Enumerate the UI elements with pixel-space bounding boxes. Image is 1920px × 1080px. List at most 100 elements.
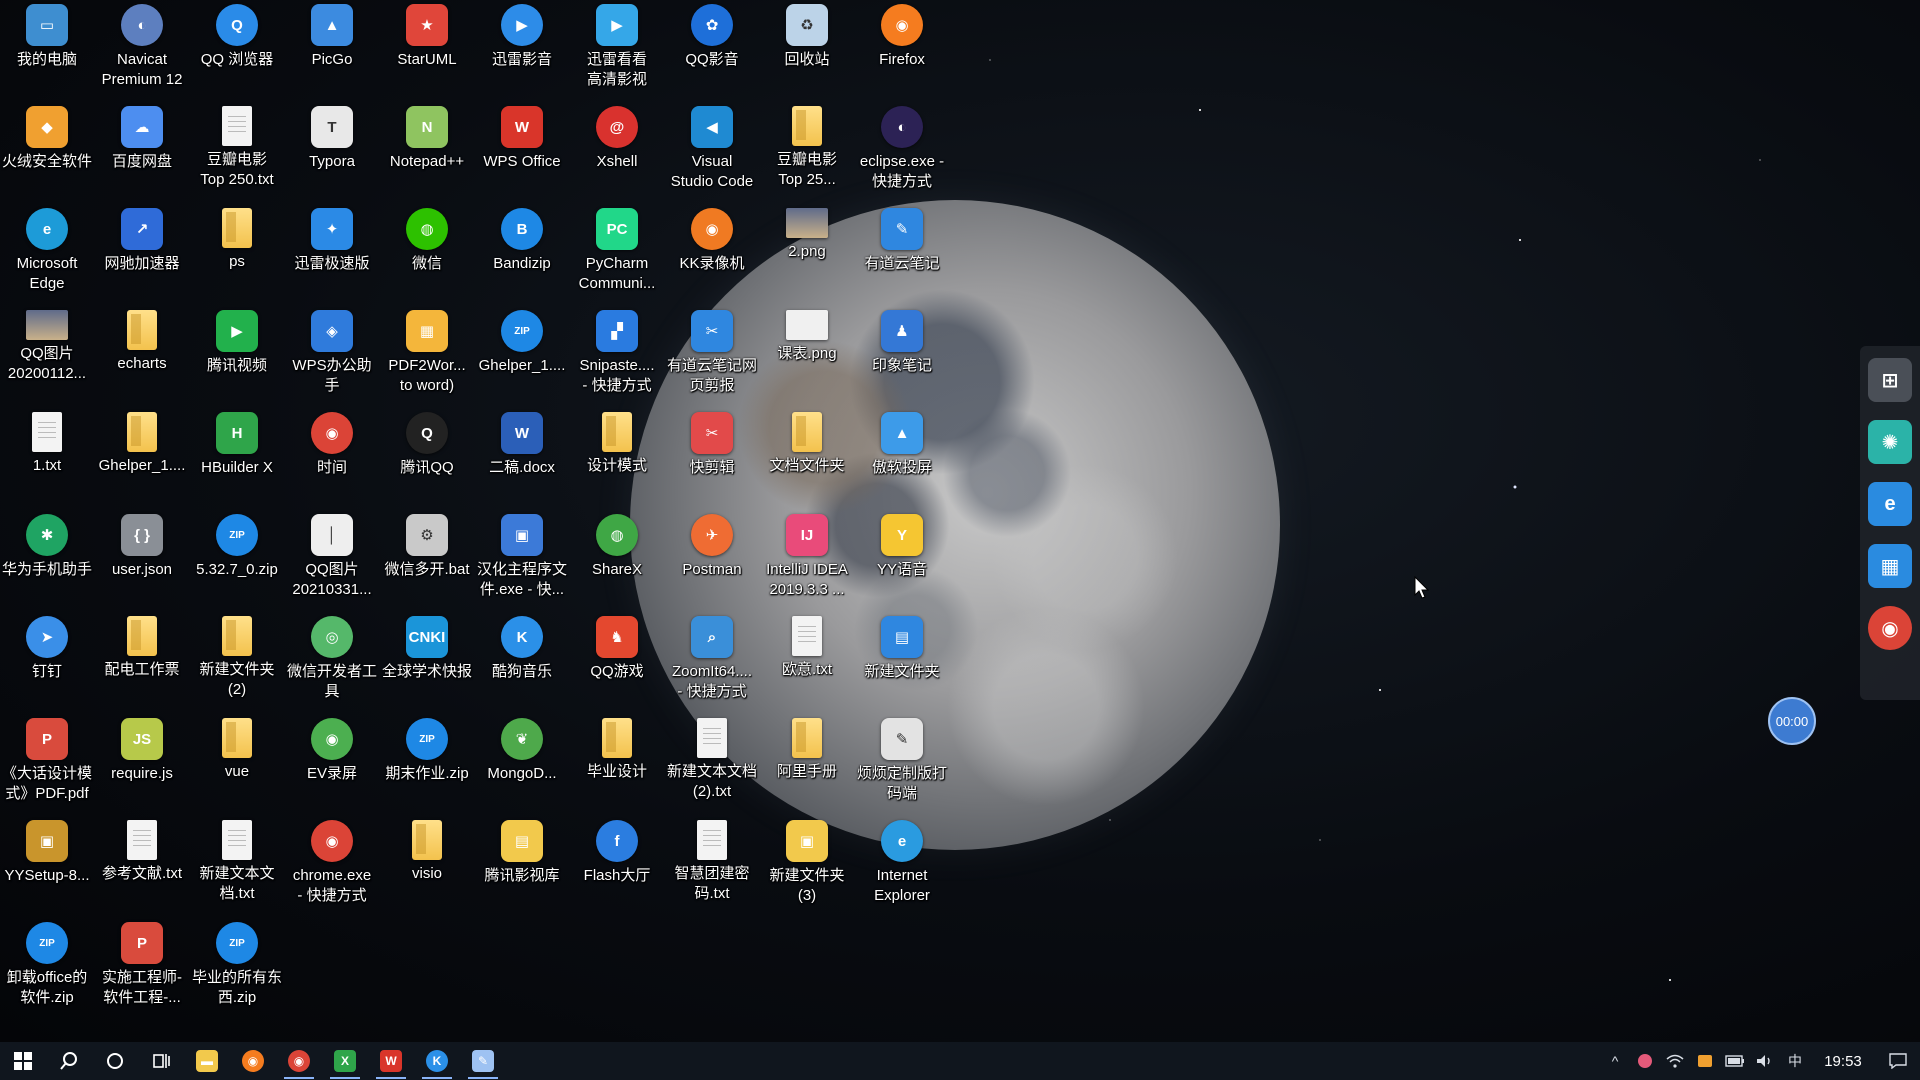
notification-center-icon[interactable]: [1876, 1042, 1920, 1080]
desktop-icon[interactable]: 1.txt: [0, 408, 94, 508]
desktop-icon[interactable]: ▞ Snipaste.... - 快捷方式: [570, 306, 664, 406]
dock-item-app-swirl[interactable]: ✺: [1868, 420, 1912, 464]
tray-update-icon[interactable]: [1690, 1042, 1720, 1080]
desktop-icon[interactable]: ZIP 卸载office的 软件.zip: [0, 918, 94, 1018]
desktop-icon[interactable]: ➤ 钉钉: [0, 612, 94, 712]
desktop-icon[interactable]: 新建文件夹 (2): [190, 612, 284, 712]
desktop-icon[interactable]: QQ图片 20200112...: [0, 306, 94, 406]
taskbar-app-chrome[interactable]: ◉: [276, 1042, 322, 1080]
desktop-icon[interactable]: ✿ QQ影音: [665, 0, 759, 100]
search-button[interactable]: [46, 1042, 92, 1080]
cortana-button[interactable]: [92, 1042, 138, 1080]
taskbar-app-tool[interactable]: ✎: [460, 1042, 506, 1080]
desktop-icon[interactable]: ⚙ 微信多开.bat: [380, 510, 474, 610]
desktop-icon[interactable]: 课表.png: [760, 306, 854, 406]
desktop-icon[interactable]: T Typora: [285, 102, 379, 202]
show-hidden-icons-chevron-icon[interactable]: ^: [1600, 1042, 1630, 1080]
desktop-icon[interactable]: 豆瓣电影 Top 25...: [760, 102, 854, 202]
taskbar-clock[interactable]: 19:53: [1810, 1053, 1876, 1070]
taskbar-app-file-explorer[interactable]: ▬: [184, 1042, 230, 1080]
desktop-icon[interactable]: Y YY语音: [855, 510, 949, 610]
desktop-icon[interactable]: ◉ KK录像机: [665, 204, 759, 304]
desktop-icon[interactable]: visio: [380, 816, 474, 916]
desktop-icon[interactable]: 新建文本文 档.txt: [190, 816, 284, 916]
desktop-icon[interactable]: ▲ PicGo: [285, 0, 379, 100]
desktop-icon[interactable]: vue: [190, 714, 284, 814]
desktop-icon[interactable]: 设计模式: [570, 408, 664, 508]
desktop-icon[interactable]: ▶ 腾讯视频: [190, 306, 284, 406]
ime-indicator[interactable]: 中: [1780, 1042, 1810, 1080]
desktop-icon[interactable]: N Notepad++: [380, 102, 474, 202]
dock-item-ie[interactable]: e: [1868, 482, 1912, 526]
desktop-icon[interactable]: ▤ 新建文件夹: [855, 612, 949, 712]
taskbar-app-excel-like[interactable]: X: [322, 1042, 368, 1080]
desktop-icon[interactable]: ✎ 烦烦定制版打 码端: [855, 714, 949, 814]
desktop-icon[interactable]: { } user.json: [95, 510, 189, 610]
timer-badge[interactable]: 00:00: [1768, 697, 1816, 745]
desktop-icon[interactable]: ZIP 5.32.7_0.zip: [190, 510, 284, 610]
desktop-icon[interactable]: ◉ EV录屏: [285, 714, 379, 814]
desktop-icon[interactable]: e Internet Explorer: [855, 816, 949, 916]
desktop-icon[interactable]: ★ StarUML: [380, 0, 474, 100]
desktop-icon[interactable]: ZIP 期末作业.zip: [380, 714, 474, 814]
battery-icon[interactable]: [1720, 1042, 1750, 1080]
desktop-icon[interactable]: ♞ QQ游戏: [570, 612, 664, 712]
desktop-icon[interactable]: K 酷狗音乐: [475, 612, 569, 712]
desktop-icon[interactable]: ZIP 毕业的所有东 西.zip: [190, 918, 284, 1018]
desktop-icon[interactable]: 文档文件夹: [760, 408, 854, 508]
desktop-icon[interactable]: 智慧团建密 码.txt: [665, 816, 759, 916]
desktop-icon[interactable]: 毕业设计: [570, 714, 664, 814]
desktop-icon[interactable]: ◆ 火绒安全软件: [0, 102, 94, 202]
desktop-icon[interactable]: ◐ Navicat Premium 12: [95, 0, 189, 100]
desktop-icon[interactable]: ps: [190, 204, 284, 304]
desktop-icon[interactable]: ▲ 傲软投屏: [855, 408, 949, 508]
desktop-icon[interactable]: P 《大话设计模 式》PDF.pdf: [0, 714, 94, 814]
desktop-icon[interactable]: ✂ 有道云笔记网 页剪报: [665, 306, 759, 406]
dock-item-store[interactable]: ▦: [1868, 544, 1912, 588]
desktop-icon[interactable]: e Microsoft Edge: [0, 204, 94, 304]
desktop-icon[interactable]: 阿里手册: [760, 714, 854, 814]
desktop-icon[interactable]: Ghelper_1....: [95, 408, 189, 508]
desktop-icon[interactable]: ▶ 迅雷影音: [475, 0, 569, 100]
desktop-icon[interactable]: 参考文献.txt: [95, 816, 189, 916]
desktop-icon[interactable]: 豆瓣电影 Top 250.txt: [190, 102, 284, 202]
desktop-icon[interactable]: 新建文本文档 (2).txt: [665, 714, 759, 814]
taskbar-app-kugou[interactable]: K: [414, 1042, 460, 1080]
desktop-icon[interactable]: ✈ Postman: [665, 510, 759, 610]
desktop-icon[interactable]: ◉ Firefox: [855, 0, 949, 100]
desktop-icon[interactable]: ◍ ShareX: [570, 510, 664, 610]
wifi-icon[interactable]: [1660, 1042, 1690, 1080]
desktop-icon[interactable]: @ Xshell: [570, 102, 664, 202]
desktop-icon[interactable]: ❦ MongoD...: [475, 714, 569, 814]
desktop-icon[interactable]: ◈ WPS办公助 手: [285, 306, 379, 406]
desktop-icon[interactable]: B Bandizip: [475, 204, 569, 304]
desktop-icon[interactable]: echarts: [95, 306, 189, 406]
desktop-icon[interactable]: ◎ 微信开发者工 具: [285, 612, 379, 712]
desktop-icon[interactable]: ▦ PDF2Wor... to word): [380, 306, 474, 406]
desktop-icon[interactable]: Q QQ 浏览器: [190, 0, 284, 100]
desktop-icon[interactable]: W 二稿.docx: [475, 408, 569, 508]
desktop-icon[interactable]: CNKI 全球学术快报: [380, 612, 474, 712]
task-view-button[interactable]: [138, 1042, 184, 1080]
desktop-icon[interactable]: ✂ 快剪辑: [665, 408, 759, 508]
desktop-icon[interactable]: ⌕ ZoomIt64.... - 快捷方式: [665, 612, 759, 712]
desktop-icon[interactable]: ▭ 我的电脑: [0, 0, 94, 100]
desktop-icon[interactable]: ◐ eclipse.exe - 快捷方式: [855, 102, 949, 202]
desktop-icon[interactable]: ▣ 新建文件夹 (3): [760, 816, 854, 916]
desktop-icon[interactable]: ✦ 迅雷极速版: [285, 204, 379, 304]
desktop-icon[interactable]: W WPS Office: [475, 102, 569, 202]
dock-item-chrome[interactable]: ◉: [1868, 606, 1912, 650]
desktop-icon[interactable]: JS require.js: [95, 714, 189, 814]
desktop-icon[interactable]: │ QQ图片 20210331...: [285, 510, 379, 610]
desktop-icon[interactable]: ▣ 汉化主程序文 件.exe - 快...: [475, 510, 569, 610]
start-button[interactable]: [0, 1042, 46, 1080]
taskbar-app-firefox[interactable]: ◉: [230, 1042, 276, 1080]
desktop-icon[interactable]: ◍ 微信: [380, 204, 474, 304]
desktop-icon[interactable]: ZIP Ghelper_1....: [475, 306, 569, 406]
desktop-icon[interactable]: ▣ YYSetup-8...: [0, 816, 94, 916]
desktop-icon[interactable]: PC PyCharm Communi...: [570, 204, 664, 304]
desktop-icon[interactable]: ↗ 网驰加速器: [95, 204, 189, 304]
desktop-icon[interactable]: 配电工作票: [95, 612, 189, 712]
desktop-icon[interactable]: ◉ 时间: [285, 408, 379, 508]
desktop-icon[interactable]: ✎ 有道云笔记: [855, 204, 949, 304]
